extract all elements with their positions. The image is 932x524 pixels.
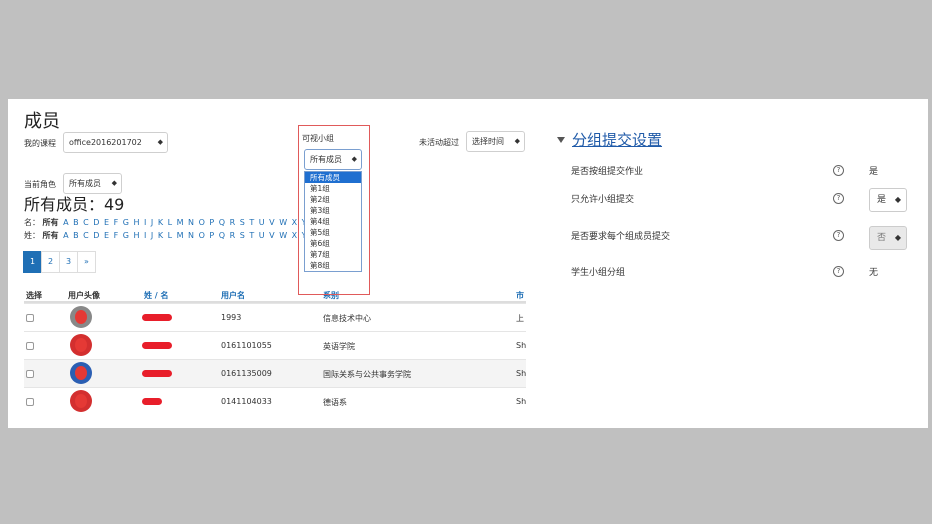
table-header: 选择 用户头像 姓 / 名 用户名 系别 市 [24, 287, 526, 303]
group-option-4[interactable]: 第4组 [305, 216, 361, 227]
row-username: 0161135009 [221, 369, 272, 378]
row-checkbox[interactable] [26, 342, 34, 350]
course-select[interactable]: office2016201702 ◆ [63, 132, 168, 153]
course-select-value: office2016201702 [69, 138, 142, 147]
group-only-value: 是 [877, 195, 887, 205]
group-option-all[interactable]: 所有成员 [305, 172, 361, 183]
row-department: 信息技术中心 [323, 314, 371, 323]
redacted-name [142, 398, 162, 405]
setting-submit-by-group: 是否按组提交作业 ? 是 [571, 164, 911, 180]
row-username: 1993 [221, 313, 242, 322]
group-option-2[interactable]: 第2组 [305, 194, 361, 205]
row-city: Sh [516, 369, 527, 378]
page-1-button[interactable]: 1 [23, 251, 42, 273]
section-title: 分组提交设置 [572, 131, 663, 149]
first-initial-bar: 名： 所有 A B C D E F G H I J K L M N O P Q … [24, 217, 308, 228]
row-department: 国际关系与公共事务学院 [323, 370, 411, 379]
course-label: 我的课程 [24, 139, 56, 148]
require-all-members-select: 否 ◆ [869, 226, 907, 250]
collapse-triangle-icon [557, 136, 565, 143]
row-username: 0141104033 [221, 397, 272, 406]
group-option-7[interactable]: 第7组 [305, 249, 361, 260]
col-city[interactable]: 市 [516, 290, 524, 301]
group-option-8[interactable]: 第8组 [305, 260, 361, 271]
avatar[interactable] [70, 334, 92, 356]
screenshot-slide: 成员 我的课程 office2016201702 ◆ 可视小组 所有成员 ◆ 未… [8, 99, 928, 428]
inactive-select-value: 选择时间 [472, 137, 504, 146]
last-initial-letters[interactable]: A B C D E F G H I J K L M N O P Q R S T … [63, 231, 307, 240]
page-2-button[interactable]: 2 [41, 251, 60, 273]
setting-value: 无 [869, 268, 879, 278]
row-username: 0161101055 [221, 341, 272, 350]
setting-value: 是 [869, 167, 879, 177]
group-submission-section-toggle[interactable]: 分组提交设置 [557, 129, 662, 150]
role-select-value: 所有成员 [69, 179, 101, 188]
chevron-updown-icon: ◆ [514, 137, 520, 145]
redacted-name [142, 370, 172, 377]
first-initial-all[interactable]: 所有 [43, 218, 59, 227]
setting-label: 只允许小组提交 [571, 195, 635, 205]
require-all-members-value: 否 [877, 233, 887, 243]
col-avatar: 用户头像 [68, 291, 100, 300]
pagination: 1 2 3 » [23, 251, 96, 273]
last-initial-bar: 姓： 所有 A B C D E F G H I J K L M N O P Q … [24, 230, 308, 241]
group-option-3[interactable]: 第3组 [305, 205, 361, 216]
redacted-name [142, 342, 172, 349]
col-name[interactable]: 姓 / 名 [144, 290, 169, 301]
page-title: 成员 [24, 111, 60, 132]
group-option-5[interactable]: 第5组 [305, 227, 361, 238]
col-username[interactable]: 用户名 [221, 290, 245, 301]
last-initial-prefix: 姓： [24, 231, 40, 240]
help-icon[interactable]: ? [833, 230, 844, 241]
group-option-6[interactable]: 第6组 [305, 238, 361, 249]
first-initial-letters[interactable]: A B C D E F G H I J K L M N O P Q R S T … [63, 218, 307, 227]
row-city: Sh [516, 341, 527, 350]
setting-group-only: 只允许小组提交 ? [571, 192, 911, 208]
table-row: 1993 信息技术中心 上 [24, 303, 526, 331]
first-initial-prefix: 名： [24, 218, 40, 227]
inactive-label: 未活动超过 [419, 138, 459, 147]
page-3-button[interactable]: 3 [59, 251, 78, 273]
group-dropdown-list: 所有成员 第1组 第2组 第3组 第4组 第5组 第6组 第7组 第8组 [304, 171, 362, 272]
redacted-name [142, 314, 172, 321]
row-checkbox[interactable] [26, 314, 34, 322]
chevron-updown-icon: ◆ [894, 195, 901, 204]
setting-label: 是否要求每个组成员提交 [571, 232, 671, 242]
avatar[interactable] [70, 362, 92, 384]
chevron-updown-icon: ◆ [894, 233, 901, 242]
role-label: 当前角色 [24, 180, 56, 189]
setting-label: 学生小组分组 [571, 268, 626, 278]
setting-require-all-members: 是否要求每个组成员提交 ? [571, 229, 911, 245]
next-page-button[interactable]: » [77, 251, 96, 273]
chevron-updown-icon: ◆ [157, 138, 163, 146]
avatar[interactable] [70, 390, 92, 412]
row-department: 英语学院 [323, 342, 355, 351]
setting-student-grouping: 学生小组分组 ? 无 [571, 265, 911, 281]
help-icon[interactable]: ? [833, 193, 844, 204]
table-row: 0161101055 英语学院 Sh [24, 331, 526, 359]
group-option-1[interactable]: 第1组 [305, 183, 361, 194]
members-table: 选择 用户头像 姓 / 名 用户名 系别 市 1993 信息技术中心 上 016… [24, 287, 526, 415]
table-row: 0161135009 国际关系与公共事务学院 Sh [24, 359, 526, 387]
group-only-select[interactable]: 是 ◆ [869, 188, 907, 212]
last-initial-all[interactable]: 所有 [43, 231, 59, 240]
row-checkbox[interactable] [26, 370, 34, 378]
help-icon[interactable]: ? [833, 165, 844, 176]
table-row: 0141104033 德语系 Sh [24, 387, 526, 415]
help-icon[interactable]: ? [833, 266, 844, 277]
row-checkbox[interactable] [26, 398, 34, 406]
row-city: Sh [516, 397, 527, 406]
row-department: 德语系 [323, 398, 347, 407]
col-select: 选择 [26, 291, 42, 300]
avatar[interactable] [70, 306, 92, 328]
members-heading: 所有成员：49 [24, 195, 125, 214]
row-city: 上 [516, 314, 524, 323]
inactive-select[interactable]: 选择时间 ◆ [466, 131, 525, 152]
setting-label: 是否按组提交作业 [571, 167, 644, 177]
